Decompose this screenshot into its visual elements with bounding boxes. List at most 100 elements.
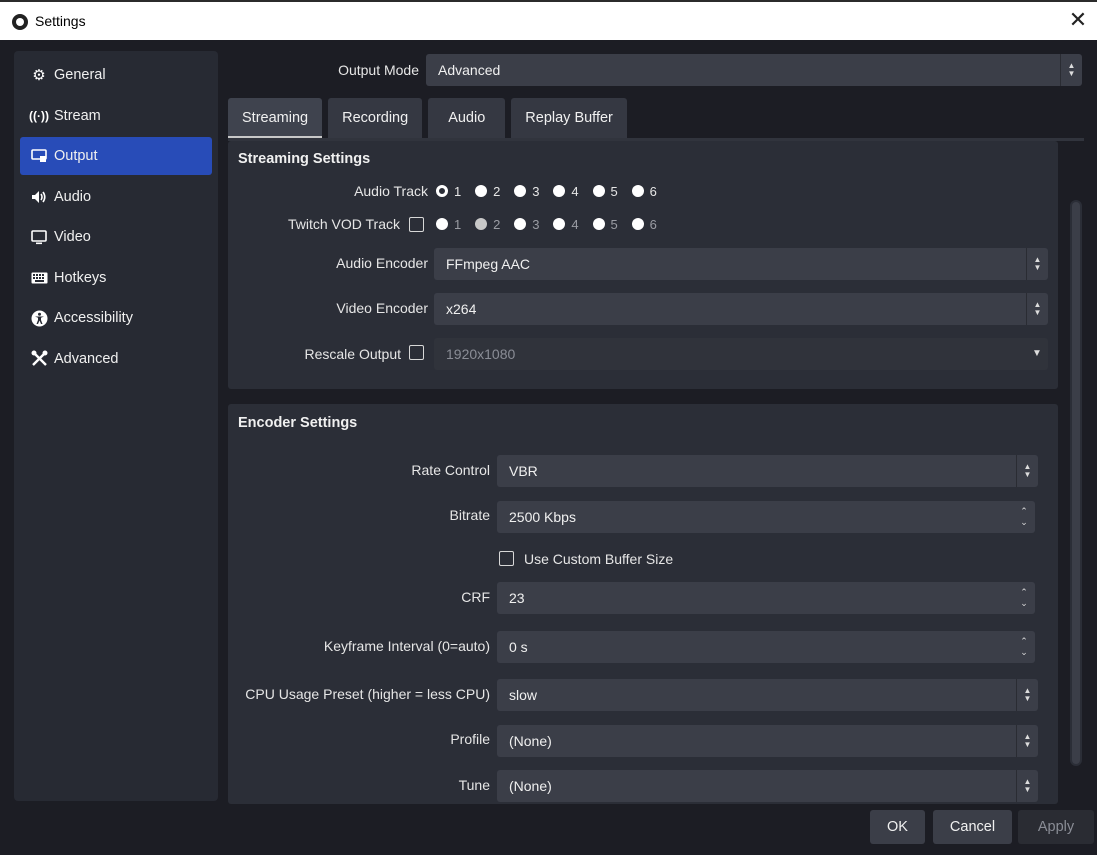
- cpu-preset-select[interactable]: slow ▲ ▼: [497, 679, 1038, 711]
- twitch-track-radio-5[interactable]: [592, 218, 605, 231]
- scrollbar-thumb[interactable]: [1072, 202, 1080, 764]
- output-mode-select[interactable]: Advanced ▲ ▼: [426, 54, 1082, 86]
- twitch-track-radio-3[interactable]: [514, 218, 527, 231]
- settings-scrollbar[interactable]: [1070, 200, 1082, 766]
- sidebar-item-hotkeys[interactable]: Hotkeys: [20, 259, 212, 297]
- cpu-preset-value: slow: [509, 687, 538, 703]
- radio-label: 4: [571, 216, 579, 232]
- encoder-settings-title: Encoder Settings: [238, 415, 358, 431]
- twitch-track-radio-1[interactable]: [436, 218, 448, 231]
- sidebar-item-label: General: [54, 67, 106, 83]
- apply-button[interactable]: Apply: [1018, 810, 1094, 844]
- twitch-track-radio-2[interactable]: [475, 218, 488, 231]
- radio-label: 2: [493, 216, 501, 232]
- audio-track-radio-6[interactable]: [631, 185, 644, 198]
- radio-label: 1: [454, 183, 462, 199]
- rescale-resolution-select[interactable]: 1920x1080 ▼: [434, 338, 1048, 370]
- rescale-output-checkbox[interactable]: [409, 345, 424, 360]
- combo-arrows-icon: ▲ ▼: [1026, 293, 1048, 325]
- twitch-vod-label: Twitch VOD Track: [287, 216, 400, 232]
- radio-label: 3: [532, 183, 540, 199]
- combo-arrows-icon: ▲ ▼: [1016, 725, 1038, 757]
- output-mode-value: Advanced: [438, 62, 501, 78]
- output-mode-label: Output Mode: [338, 62, 419, 78]
- audio-track-radio-2[interactable]: [475, 185, 488, 198]
- chevron-down-icon: ▼: [1032, 348, 1042, 359]
- keyboard-icon: [30, 269, 48, 287]
- profile-label: Profile: [450, 731, 490, 747]
- cancel-button[interactable]: Cancel: [933, 810, 1012, 844]
- tab-streaming[interactable]: Streaming: [228, 98, 323, 138]
- tune-select[interactable]: (None) ▲ ▼: [497, 770, 1038, 802]
- window-title: Settings: [35, 13, 86, 29]
- combo-arrows-icon: ▲ ▼: [1060, 54, 1082, 86]
- sidebar-item-advanced[interactable]: Advanced: [20, 340, 212, 378]
- spin-arrows-icon: ⌃ ⌄: [1020, 506, 1028, 527]
- antenna-icon: ((·)): [29, 108, 49, 123]
- audio-track-radio-5[interactable]: [592, 185, 605, 198]
- rescale-output-label: Rescale Output: [304, 346, 402, 362]
- bitrate-value: 2500 Kbps: [509, 509, 576, 525]
- streaming-settings-title: Streaming Settings: [238, 151, 371, 167]
- twitch-track-radio-6[interactable]: [631, 218, 644, 231]
- crf-label: CRF: [461, 589, 490, 605]
- audio-encoder-label: Audio Encoder: [336, 255, 428, 271]
- sidebar-item-video[interactable]: Video: [20, 218, 212, 256]
- monitor-icon: [30, 228, 48, 246]
- audio-track-radios: 1 2 3 4 5 6: [436, 182, 667, 199]
- rate-control-select[interactable]: VBR ▲ ▼: [497, 455, 1038, 487]
- output-icon: [30, 147, 48, 165]
- audio-track-radio-3[interactable]: [514, 185, 527, 198]
- crf-spinbox[interactable]: 23 ⌃ ⌄: [497, 582, 1035, 614]
- sidebar-item-general[interactable]: ⚙ General: [20, 56, 212, 94]
- settings-window: ⚙ General ((·)) Stream Output Audio Vide…: [0, 40, 1097, 855]
- tools-icon: [30, 350, 48, 368]
- bitrate-spinbox[interactable]: 2500 Kbps ⌃ ⌄: [497, 501, 1035, 533]
- audio-encoder-select[interactable]: FFmpeg AAC ▲ ▼: [434, 248, 1048, 280]
- radio-label: 2: [493, 183, 501, 199]
- audio-track-label: Audio Track: [354, 183, 428, 199]
- radio-label: 5: [610, 183, 618, 199]
- audio-track-radio-4[interactable]: [553, 185, 566, 198]
- rate-control-value: VBR: [509, 463, 538, 479]
- twitch-track-radio-4[interactable]: [553, 218, 566, 231]
- radio-label: 6: [649, 216, 657, 232]
- radio-label: 6: [649, 183, 657, 199]
- close-icon[interactable]: ✕: [1065, 8, 1091, 34]
- custom-buffer-checkbox[interactable]: [499, 551, 514, 566]
- sidebar-item-label: Accessibility: [54, 310, 133, 326]
- combo-arrows-icon: ▲ ▼: [1016, 455, 1038, 487]
- bitrate-label: Bitrate: [449, 507, 490, 523]
- custom-buffer-label: Use Custom Buffer Size: [524, 551, 674, 567]
- radio-label: 5: [610, 216, 618, 232]
- sidebar-item-accessibility[interactable]: Accessibility: [20, 299, 212, 337]
- keyframe-interval-label: Keyframe Interval (0=auto): [323, 638, 490, 654]
- tune-label: Tune: [458, 777, 490, 793]
- sidebar-item-output[interactable]: Output: [20, 137, 212, 175]
- sidebar-item-stream[interactable]: ((·)) Stream: [20, 97, 212, 135]
- radio-label: 4: [571, 183, 579, 199]
- tune-value: (None): [509, 778, 552, 794]
- sidebar-item-label: Advanced: [54, 350, 119, 367]
- sidebar-item-label: Output: [54, 148, 98, 164]
- streaming-settings-panel: Streaming Settings Audio Track 1 2 3 4 5…: [228, 141, 1058, 389]
- sidebar-item-audio[interactable]: Audio: [20, 178, 212, 216]
- video-encoder-select[interactable]: x264 ▲ ▼: [434, 293, 1048, 325]
- radio-label: 1: [454, 216, 462, 232]
- twitch-vod-checkbox[interactable]: [409, 217, 424, 232]
- cpu-preset-label: CPU Usage Preset (higher = less CPU): [245, 686, 490, 702]
- tab-audio[interactable]: Audio: [428, 98, 506, 138]
- combo-arrows-icon: ▲ ▼: [1016, 770, 1038, 802]
- rate-control-label: Rate Control: [411, 462, 490, 478]
- audio-track-radio-1[interactable]: [436, 185, 448, 198]
- video-encoder-value: x264: [446, 301, 477, 317]
- twitch-track-radios: 1 2 3 4 5 6: [436, 215, 667, 232]
- profile-select[interactable]: (None) ▲ ▼: [497, 725, 1038, 757]
- keyframe-interval-spinbox[interactable]: 0 s ⌃ ⌄: [497, 631, 1035, 663]
- tab-recording[interactable]: Recording: [328, 98, 423, 138]
- rescale-resolution-value: 1920x1080: [446, 346, 516, 362]
- tab-replay-buffer[interactable]: Replay Buffer: [511, 98, 627, 138]
- ok-button[interactable]: OK: [870, 810, 925, 844]
- radio-label: 3: [532, 216, 540, 232]
- obs-logo-icon: [12, 14, 28, 30]
